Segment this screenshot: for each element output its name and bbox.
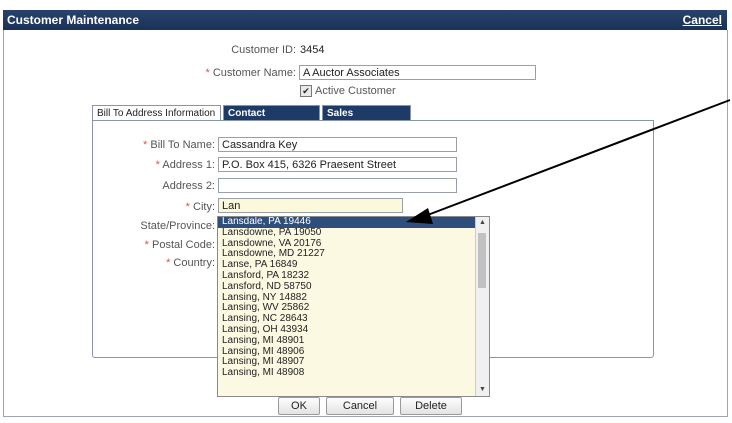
annotation-arrow-icon — [406, 99, 731, 224]
